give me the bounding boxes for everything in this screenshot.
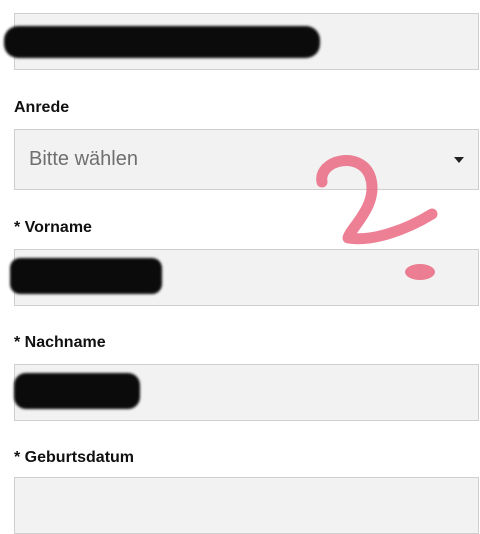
geburtsdatum-label: * Geburtsdatum bbox=[14, 449, 135, 466]
geburtsdatum-input[interactable] bbox=[14, 477, 479, 534]
chevron-down-icon bbox=[454, 157, 464, 163]
anrede-label: Anrede bbox=[14, 99, 70, 116]
redaction-mark bbox=[4, 26, 320, 58]
nachname-label: * Nachname bbox=[14, 334, 106, 351]
anrede-select[interactable]: Bitte wählen bbox=[14, 129, 479, 190]
vorname-label: * Vorname bbox=[14, 219, 92, 236]
anrede-placeholder: Bitte wählen bbox=[29, 148, 138, 170]
redaction-mark bbox=[14, 373, 140, 409]
redaction-mark bbox=[10, 258, 162, 294]
